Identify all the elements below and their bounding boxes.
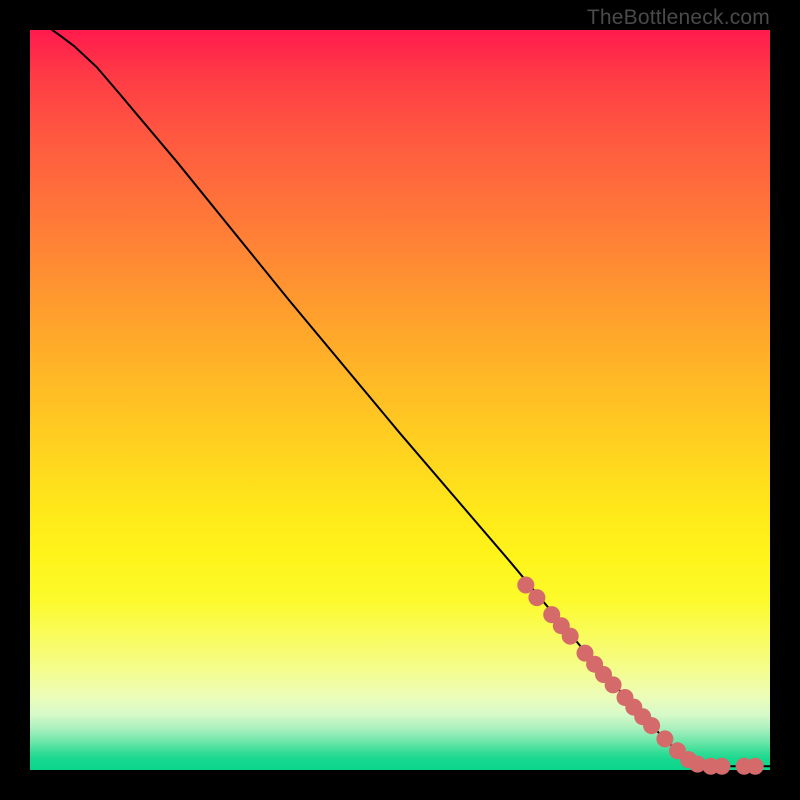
data-point-marker [643,717,660,734]
marker-group [517,577,763,775]
bottleneck-curve [52,30,770,766]
chart-frame: TheBottleneck.com [0,0,800,800]
watermark-text: TheBottleneck.com [587,6,770,30]
chart-overlay [30,30,770,770]
data-point-marker [713,758,730,775]
data-point-marker [605,676,622,693]
data-point-marker [562,628,579,645]
data-point-marker [747,758,764,775]
data-point-marker [528,589,545,606]
data-point-marker [656,730,673,747]
